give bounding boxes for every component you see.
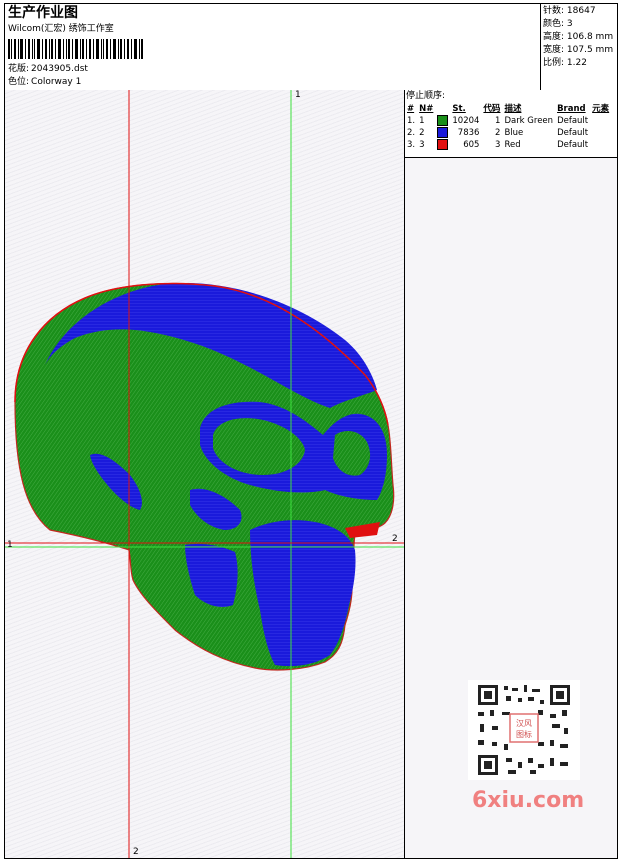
stat-width-label: 宽度:	[543, 45, 565, 55]
header: 生产作业图 Wilcom(汇宏) 绣饰工作室 花版: 2043905.dst 色…	[5, 4, 617, 91]
colorway-value: Colorway 1	[31, 77, 82, 87]
design-canvas: 1 1 2 2	[5, 90, 405, 858]
row-brand: Default	[557, 116, 589, 126]
design-stats: 针数: 18647 颜色: 3 高度: 106.8 mm 宽度: 107.5 m…	[543, 5, 613, 70]
stat-colors-value: 3	[566, 19, 573, 29]
stat-stitches-label: 针数:	[543, 6, 565, 16]
row-needle: 1	[419, 116, 425, 126]
qr-code: 汉风 图标	[468, 680, 580, 780]
col-header-element: 元素	[592, 104, 610, 114]
page-title: 生产作业图	[8, 5, 78, 21]
stat-scale-value: 1.22	[566, 58, 587, 68]
stat-scale: 比例: 1.22	[543, 57, 613, 70]
stat-scale-label: 比例:	[543, 58, 565, 68]
stat-stitches: 针数: 18647	[543, 5, 613, 18]
color-swatch-red	[437, 139, 449, 150]
row-stitches: 7836	[457, 128, 480, 138]
axis-label-green-top: 1	[295, 90, 301, 100]
row-index: 3.	[407, 140, 416, 150]
stat-height: 高度: 106.8 mm	[543, 31, 613, 44]
table-row: 2. 2 7836 2 Blue Default	[405, 127, 611, 139]
row-code: 2	[495, 128, 501, 138]
embroidery-preview	[5, 90, 404, 858]
stat-height-label: 高度:	[543, 32, 565, 42]
stat-width-value: 107.5 mm	[566, 45, 614, 55]
row-stitches: 10204	[452, 116, 480, 126]
col-header-code: 代码	[483, 104, 501, 114]
row-description: Dark Green	[504, 116, 554, 126]
color-swatch-green	[437, 115, 449, 126]
axis-label-red-left: 1	[7, 540, 13, 550]
qr-badge-text: 汉风	[516, 719, 532, 728]
barcode-image	[8, 39, 143, 59]
col-header-stitches: St.	[452, 104, 466, 114]
stat-colors-label: 颜色:	[543, 19, 565, 29]
table-row: 3. 3 605 3 Red Default	[405, 139, 611, 151]
row-brand: Default	[557, 128, 589, 138]
colorway-line: 色位: Colorway 1	[8, 76, 81, 88]
stat-stitches-value: 18647	[566, 6, 596, 16]
row-description: Red	[504, 140, 521, 150]
header-info: 生产作业图 Wilcom(汇宏) 绣饰工作室 花版: 2043905.dst 色…	[5, 4, 541, 90]
stat-colors: 颜色: 3	[543, 18, 613, 31]
row-needle: 2	[419, 128, 425, 138]
colorway-label: 色位:	[8, 77, 30, 87]
stop-sequence-panel: 停止顺序: # N# St. 代码 描述 Brand 元素 1. 1 10204…	[405, 90, 617, 158]
row-brand: Default	[557, 140, 589, 150]
col-header-index: #	[407, 104, 415, 114]
row-index: 2.	[407, 128, 416, 138]
watermark-logo[interactable]: 6xiu.com	[472, 788, 584, 813]
color-sequence-table: # N# St. 代码 描述 Brand 元素 1. 1 10204 1 Dar…	[405, 103, 611, 151]
row-description: Blue	[504, 128, 524, 138]
table-header-row: # N# St. 代码 描述 Brand 元素	[405, 103, 611, 115]
col-header-brand: Brand	[557, 104, 586, 114]
svg-text:图标: 图标	[516, 729, 532, 739]
axis-label-red-bottom: 2	[133, 847, 139, 857]
stop-sequence-title: 停止顺序:	[406, 91, 446, 101]
pattern-file-line: 花版: 2043905.dst	[8, 63, 88, 75]
company-name: Wilcom(汇宏) 绣饰工作室	[8, 24, 114, 34]
col-header-needle: N#	[419, 104, 434, 114]
col-header-description: 描述	[504, 104, 522, 114]
row-index: 1.	[407, 116, 416, 126]
stat-width: 宽度: 107.5 mm	[543, 44, 613, 57]
axis-label-red-right: 2	[392, 534, 398, 544]
row-needle: 3	[419, 140, 425, 150]
row-code: 3	[495, 140, 501, 150]
stat-height-value: 106.8 mm	[566, 32, 614, 42]
row-code: 1	[495, 116, 501, 126]
row-stitches: 605	[463, 140, 480, 150]
table-row: 1. 1 10204 1 Dark Green Default	[405, 115, 611, 127]
pattern-label: 花版:	[8, 64, 30, 74]
color-swatch-blue	[437, 127, 449, 138]
pattern-value: 2043905.dst	[31, 64, 88, 74]
